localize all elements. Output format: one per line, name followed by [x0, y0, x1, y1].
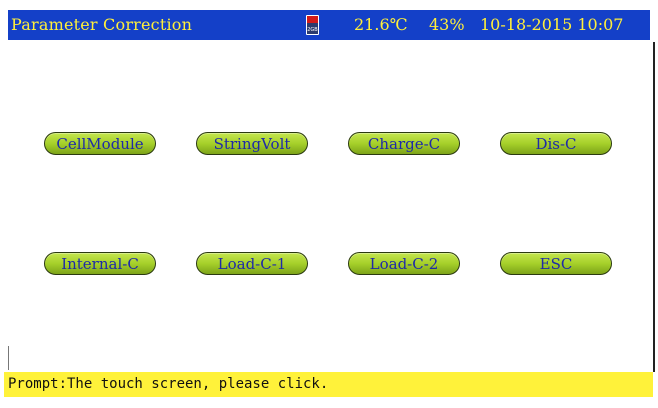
temperature-readout: 21.6℃ — [354, 15, 408, 34]
string-volt-button[interactable]: StringVolt — [196, 132, 308, 155]
esc-button[interactable]: ESC — [500, 252, 612, 275]
internal-c-button[interactable]: Internal-C — [44, 252, 156, 275]
prompt-bar: Prompt:The touch screen, please click. — [4, 372, 653, 397]
screen-edge-left — [8, 346, 9, 370]
screen-edge-right — [653, 42, 655, 372]
date-time-readout: 10-18-2015 10:07 — [480, 15, 624, 34]
sd-card-label-stripe — [307, 16, 318, 23]
sd-card-icon: 2GB — [306, 15, 319, 35]
dis-c-button[interactable]: Dis-C — [500, 132, 612, 155]
status-bar: Parameter Correction 2GB 21.6℃ 43% 10-18… — [8, 10, 650, 40]
device-screen — [8, 10, 654, 399]
humidity-readout: 43% — [429, 15, 465, 34]
prompt-text: Prompt:The touch screen, please click. — [8, 376, 329, 392]
charge-c-button[interactable]: Charge-C — [348, 132, 460, 155]
sd-card-capacity: 2GB — [307, 27, 318, 33]
load-c-2-button[interactable]: Load-C-2 — [348, 252, 460, 275]
load-c-1-button[interactable]: Load-C-1 — [196, 252, 308, 275]
cell-module-button[interactable]: CellModule — [44, 132, 156, 155]
page-title: Parameter Correction — [11, 15, 193, 34]
